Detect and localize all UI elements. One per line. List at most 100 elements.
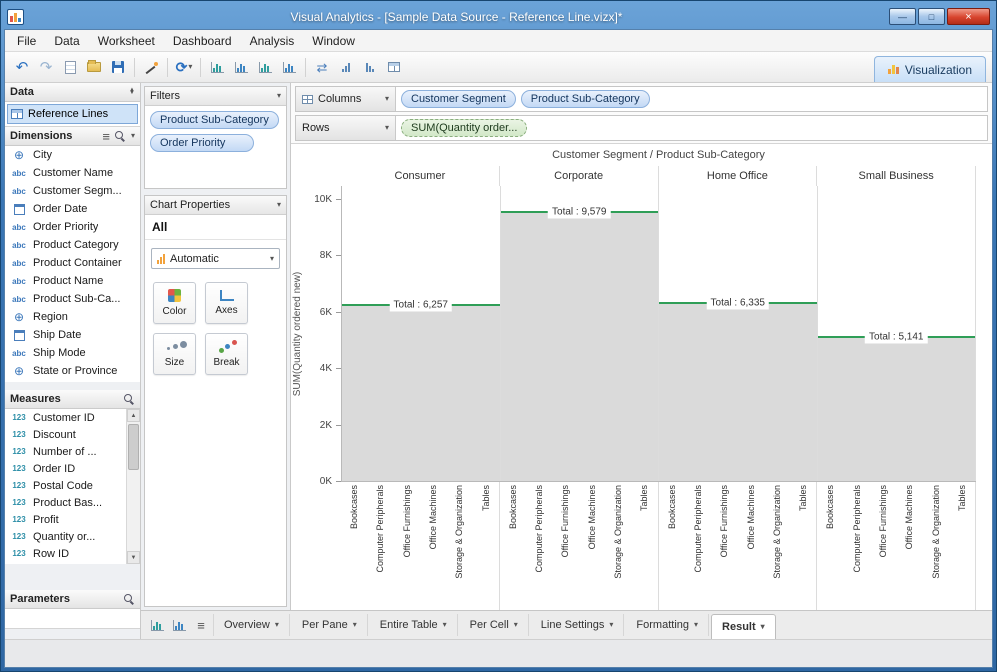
design-wand-button[interactable] (140, 56, 162, 79)
bottom-tab-per-pane[interactable]: Per Pane ▾ (292, 614, 368, 636)
dimension-item[interactable]: abc Customer Name (5, 164, 140, 182)
x-axis-label: Storage & Organization (771, 485, 782, 579)
columns-shelf[interactable]: Columns ▾ Customer Segment Product Sub-Ca… (295, 86, 988, 112)
chart-tool-button-1[interactable] (206, 56, 228, 79)
reference-line-label[interactable]: Total : 6,257 (389, 298, 452, 312)
columns-pill[interactable]: Customer Segment (401, 90, 516, 108)
minimize-button[interactable]: — (889, 8, 916, 25)
undo-button[interactable]: ↶ (11, 56, 33, 79)
bottom-tab-per-cell[interactable]: Per Cell ▾ (460, 614, 529, 636)
dimension-item[interactable]: abc Ship Mode (5, 344, 140, 362)
sort-descending-button[interactable] (359, 56, 381, 79)
scroll-up-button[interactable]: ▲ (127, 409, 140, 422)
chevron-down-icon[interactable]: ▾ (277, 92, 281, 100)
table-view-button[interactable] (383, 56, 405, 79)
save-button[interactable] (107, 56, 129, 79)
mini-chart-button[interactable] (147, 615, 167, 635)
search-icon[interactable] (114, 130, 126, 142)
chevron-down-icon[interactable]: ▾ (131, 132, 135, 140)
mini-chart-grid-button[interactable] (169, 615, 189, 635)
swap-axes-button[interactable]: ⇄ (311, 56, 333, 79)
search-icon[interactable] (124, 393, 135, 405)
break-button[interactable]: Break (205, 333, 248, 375)
filter-pill[interactable]: Product Sub-Category (150, 111, 279, 129)
dimension-item[interactable]: abc Customer Segm... (5, 182, 140, 200)
measure-item[interactable]: 123 Row ID (5, 545, 140, 562)
title-bar[interactable]: Visual Analytics - [Sample Data Source -… (4, 4, 993, 29)
dimension-item[interactable]: abc Product Container (5, 254, 140, 272)
reference-line-label[interactable]: Total : 9,579 (548, 205, 611, 219)
dimension-item[interactable]: ⊕ Region (5, 308, 140, 326)
filter-pill[interactable]: Order Priority (150, 134, 254, 152)
new-document-button[interactable] (59, 56, 81, 79)
chevron-down-icon: ▾ (609, 620, 614, 629)
datasource-item[interactable]: Reference Lines (7, 104, 138, 124)
bottom-tab-line-settings[interactable]: Line Settings ▾ (531, 614, 625, 636)
maximize-button[interactable]: □ (918, 8, 945, 25)
x-label-group-home-office: Bookcases Computer Peripherals Office Furn… (659, 482, 818, 610)
reference-line-label[interactable]: Total : 6,335 (706, 296, 769, 310)
size-button[interactable]: Size (153, 333, 196, 375)
chevron-down-icon[interactable]: ▾ (277, 201, 281, 209)
scrollbar-thumb[interactable] (128, 424, 139, 470)
close-button[interactable]: × (947, 8, 990, 25)
mark-type-select[interactable]: Automatic ▾ (151, 248, 280, 269)
open-button[interactable] (83, 56, 105, 79)
chart-tool-button-4[interactable] (278, 56, 300, 79)
bottom-tab-overview[interactable]: Overview ▾ (213, 614, 290, 636)
chart-tool-button-3[interactable] (254, 56, 276, 79)
number-icon: 123 (12, 413, 26, 422)
sort-ascending-button[interactable] (335, 56, 357, 79)
collapse-expand-button[interactable]: ▲ ▼ (129, 87, 135, 96)
y-axis[interactable]: SUM(Quantity ordered new) 0K 2K 4K 6K 8K 10K (291, 186, 341, 487)
measure-item[interactable]: 123 Profit (5, 511, 140, 528)
rows-pill[interactable]: SUM(Quantity order... (401, 119, 528, 137)
dimension-item[interactable]: abc Product Sub-Ca... (5, 290, 140, 308)
chevron-down-icon: ▾ (188, 62, 193, 71)
x-axis-label: Office Machines (586, 485, 597, 550)
search-icon[interactable] (124, 593, 135, 605)
menu-item-dashboard[interactable]: Dashboard (164, 30, 241, 51)
bottom-tab-result[interactable]: Result ▾ (711, 613, 776, 640)
menu-item-window[interactable]: Window (303, 30, 364, 51)
y-tick-mark (336, 255, 341, 257)
measures-scrollbar[interactable]: ▲ ▼ (126, 409, 140, 564)
x-axis[interactable]: Bookcases Computer Peripherals Office Furn… (291, 482, 976, 610)
menu-item-file[interactable]: File (8, 30, 45, 51)
chevron-down-icon[interactable]: ▾ (385, 95, 389, 103)
dimension-item[interactable]: ⊕ State or Province (5, 362, 140, 380)
dimension-item[interactable]: abc Order Priority (5, 218, 140, 236)
dimension-item[interactable]: abc Product Name (5, 272, 140, 290)
measure-item[interactable]: 123 Quantity or... (5, 528, 140, 545)
axes-button[interactable]: Axes (205, 282, 248, 324)
measure-item[interactable]: 123 Customer ID (5, 409, 140, 426)
chevron-down-icon[interactable]: ▾ (385, 124, 389, 132)
visualization-tab[interactable]: Visualization (873, 56, 986, 82)
measure-item[interactable]: 123 Discount (5, 426, 140, 443)
measure-item[interactable]: 123 Order ID (5, 460, 140, 477)
reference-line-label[interactable]: Total : 5,141 (865, 330, 928, 344)
rows-shelf[interactable]: Rows ▾ SUM(Quantity order... (295, 115, 988, 141)
dimension-item[interactable]: ⊕ City (5, 146, 140, 164)
dimension-item[interactable]: Order Date (5, 200, 140, 218)
list-view-button[interactable]: ≡ (191, 615, 211, 635)
measure-item[interactable]: 123 Postal Code (5, 477, 140, 494)
bottom-tab-entire-table[interactable]: Entire Table ▾ (370, 614, 458, 636)
bottom-tab-formatting[interactable]: Formatting ▾ (626, 614, 710, 636)
menu-item-worksheet[interactable]: Worksheet (89, 30, 164, 51)
dimensions-header: Dimensions ≡ ▾ (5, 127, 140, 146)
columns-pill[interactable]: Product Sub-Category (520, 90, 650, 108)
measure-item[interactable]: 123 Number of ... (5, 443, 140, 460)
redo-button[interactable]: ↷ (35, 56, 57, 79)
dimension-item[interactable]: abc Product Category (5, 236, 140, 254)
menu-item-analysis[interactable]: Analysis (241, 30, 304, 51)
list-view-icon[interactable]: ≡ (102, 130, 110, 143)
measure-item[interactable]: 123 Product Bas... (5, 494, 140, 511)
dimension-item[interactable]: Ship Date (5, 326, 140, 344)
scroll-down-button[interactable]: ▼ (127, 551, 140, 564)
chart-tool-button-2[interactable] (230, 56, 252, 79)
chevron-down-icon: ▾ (274, 620, 279, 629)
color-button[interactable]: Color (153, 282, 196, 324)
refresh-button[interactable]: ⟳ ▾ (173, 56, 195, 79)
menu-item-data[interactable]: Data (45, 30, 88, 51)
